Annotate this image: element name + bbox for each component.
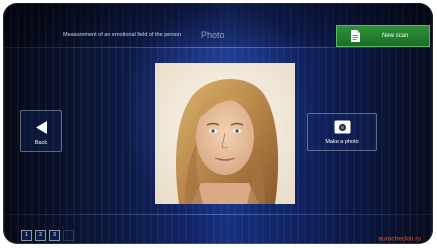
header-divider: [3, 47, 433, 48]
new-scan-button[interactable]: New scan: [336, 25, 430, 47]
site-link[interactable]: auracheckin.ru: [378, 236, 421, 243]
app-window: Measurement of an emotional field of the…: [3, 3, 433, 244]
back-label: Back: [34, 140, 48, 146]
make-photo-button[interactable]: Make a photo: [307, 113, 377, 151]
portrait-photo: [155, 63, 295, 204]
app-subtitle: Measurement of an emotional field of the…: [63, 32, 182, 38]
document-icon: [351, 30, 360, 42]
page-navigation: 1 2 3: [21, 230, 74, 241]
page-button-1[interactable]: 1: [21, 230, 32, 241]
arrow-left-icon: [36, 121, 47, 134]
back-button[interactable]: Back: [20, 110, 62, 152]
camera-icon: [334, 120, 351, 134]
page-button-2[interactable]: 2: [35, 230, 46, 241]
footer-divider: [3, 214, 433, 215]
page-button-next[interactable]: [63, 230, 74, 241]
portrait-image: [155, 63, 295, 204]
make-photo-label: Make a photo: [325, 139, 359, 145]
new-scan-label: New scan: [382, 33, 409, 39]
screen-title: Photo: [201, 30, 225, 40]
page-button-3[interactable]: 3: [49, 230, 60, 241]
